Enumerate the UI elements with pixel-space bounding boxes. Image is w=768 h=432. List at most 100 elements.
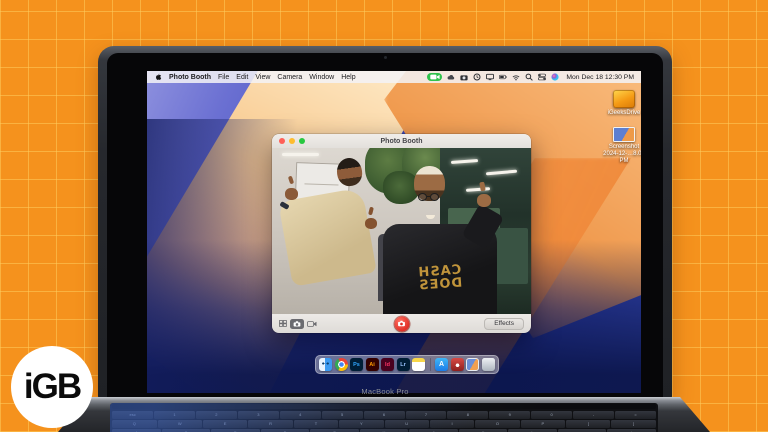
macbook-lid: Photo Booth File Edit View Camera Window… <box>98 46 672 398</box>
key-P: P <box>521 420 565 428</box>
video-mode-button[interactable] <box>307 321 317 327</box>
window-titlebar[interactable]: Photo Booth <box>272 134 531 148</box>
person-right-fist <box>477 194 491 207</box>
mode-switcher <box>279 319 317 329</box>
person-left-fist <box>285 188 298 200</box>
dock-icon-finder[interactable] <box>319 358 332 371</box>
key-Q: Q <box>112 420 156 428</box>
menu-bar-clock[interactable]: Mon Dec 18 12:30 PM <box>566 74 634 81</box>
burst-mode-button[interactable] <box>279 320 287 327</box>
camera-shutter-icon <box>398 321 406 327</box>
key-0: 0 <box>531 411 572 419</box>
drive-label: iGeeksDrive <box>601 110 641 117</box>
effects-button[interactable]: Effects <box>484 318 524 330</box>
key-esc: esc <box>112 411 153 419</box>
menu-item-file[interactable]: File <box>218 74 229 81</box>
desktop-icon-igeeksdrive[interactable]: iGeeksDrive <box>601 90 641 117</box>
glasses-lens <box>430 193 439 201</box>
dock-icon-trash[interactable] <box>482 358 495 371</box>
key-7: 7 <box>406 411 447 419</box>
key-T: T <box>294 420 338 428</box>
dock-separator <box>430 358 431 371</box>
key-3: 3 <box>238 411 279 419</box>
dock-icon-notes[interactable] <box>412 358 425 371</box>
dock-icon-indesign[interactable]: Id <box>381 358 394 371</box>
keyboard-row-home: ASDFGHJKL;' <box>112 429 656 432</box>
cloud-icon[interactable] <box>447 73 455 81</box>
ceiling-light <box>451 159 478 164</box>
key-S: S <box>162 429 211 432</box>
dock-icon-photoshop[interactable]: Ps <box>350 358 363 371</box>
keyboard-row-numbers: esc1234567890-= <box>112 411 656 419</box>
macbook-base: esc1234567890-= QWERTYUIOP[] ASDFGHJKL;' <box>58 397 710 432</box>
dock-icon-app-store[interactable]: A <box>435 358 448 371</box>
key-4: 4 <box>280 411 321 419</box>
dock-icon-photo-booth[interactable] <box>451 358 464 371</box>
key-W: W <box>158 420 202 428</box>
key-Y: Y <box>339 420 383 428</box>
glasses-lens <box>418 193 427 201</box>
key-]: ] <box>611 420 655 428</box>
take-photo-button[interactable] <box>394 316 409 331</box>
dock-icon-chrome[interactable] <box>335 358 348 371</box>
key-U: U <box>385 420 429 428</box>
key-D: D <box>211 429 260 432</box>
key-R: R <box>248 420 292 428</box>
dock: Ps Ai Id Lr A <box>315 355 499 374</box>
glasses <box>418 193 439 201</box>
search-icon[interactable] <box>525 73 533 81</box>
key-=: = <box>615 411 656 419</box>
key-5: 5 <box>322 411 363 419</box>
photo-booth-window: Photo Booth <box>272 134 531 333</box>
screenshot-label-line1: Screenshot <box>601 144 641 151</box>
menu-item-edit[interactable]: Edit <box>236 74 248 81</box>
key-I: I <box>430 420 474 428</box>
menu-item-app-name[interactable]: Photo Booth <box>169 74 211 81</box>
ceiling-light <box>282 153 318 156</box>
key-O: O <box>475 420 519 428</box>
key-K: K <box>459 429 508 432</box>
screen-bezel: Photo Booth File Edit View Camera Window… <box>107 53 663 398</box>
camera-icon[interactable] <box>460 73 468 81</box>
battery-icon[interactable] <box>499 73 507 81</box>
photo-booth-toolbar: Effects <box>272 314 531 333</box>
orange-grid-background: iGB Photo Booth File Edit <box>0 0 768 432</box>
key-F: F <box>261 429 310 432</box>
igb-logo-text: iGB <box>24 367 80 407</box>
menu-item-window[interactable]: Window <box>309 74 334 81</box>
camera-active-indicator[interactable] <box>427 73 442 81</box>
wifi-icon[interactable] <box>512 73 520 81</box>
whiteboard-line <box>305 184 340 186</box>
key--: - <box>573 411 614 419</box>
key-L: L <box>508 429 557 432</box>
camera-preview: CASH DOES <box>272 148 531 314</box>
sync-icon[interactable] <box>473 73 481 81</box>
control-center-icon[interactable] <box>538 73 546 81</box>
key-;: ; <box>558 429 607 432</box>
keyboard: esc1234567890-= QWERTYUIOP[] ASDFGHJKL;' <box>110 403 658 432</box>
apple-menu[interactable] <box>154 73 162 81</box>
menu-item-view[interactable]: View <box>255 74 270 81</box>
photo-mode-button-selected[interactable] <box>290 319 304 329</box>
key-2: 2 <box>196 411 237 419</box>
apple-logo-icon <box>154 73 162 81</box>
key-H: H <box>360 429 409 432</box>
dock-icon-downloads[interactable] <box>466 358 479 371</box>
siri-icon[interactable] <box>551 73 559 81</box>
menu-item-camera[interactable]: Camera <box>277 74 302 81</box>
webcam-icon <box>384 56 387 59</box>
menu-bar-status-area: Mon Dec 18 12:30 PM <box>427 73 634 81</box>
menu-item-help[interactable]: Help <box>341 74 355 81</box>
ceiling-light <box>486 170 517 176</box>
macbook-pro-label: MacBook Pro <box>107 387 663 396</box>
screenshot-label-line2: 2024-12-…8.09 PM <box>601 151 641 165</box>
person-left-torso <box>278 188 377 288</box>
shirt-text-mirrored: CASH DOES <box>392 262 489 295</box>
key-G: G <box>310 429 359 432</box>
person-left-fist <box>365 218 377 229</box>
dock-icon-lightroom[interactable]: Lr <box>397 358 410 371</box>
macos-desktop-screen: Photo Booth File Edit View Camera Window… <box>147 71 641 393</box>
dock-icon-illustrator[interactable]: Ai <box>366 358 379 371</box>
display-icon[interactable] <box>486 73 494 81</box>
desktop-icon-screenshot[interactable]: Screenshot 2024-12-…8.09 PM <box>601 127 641 165</box>
